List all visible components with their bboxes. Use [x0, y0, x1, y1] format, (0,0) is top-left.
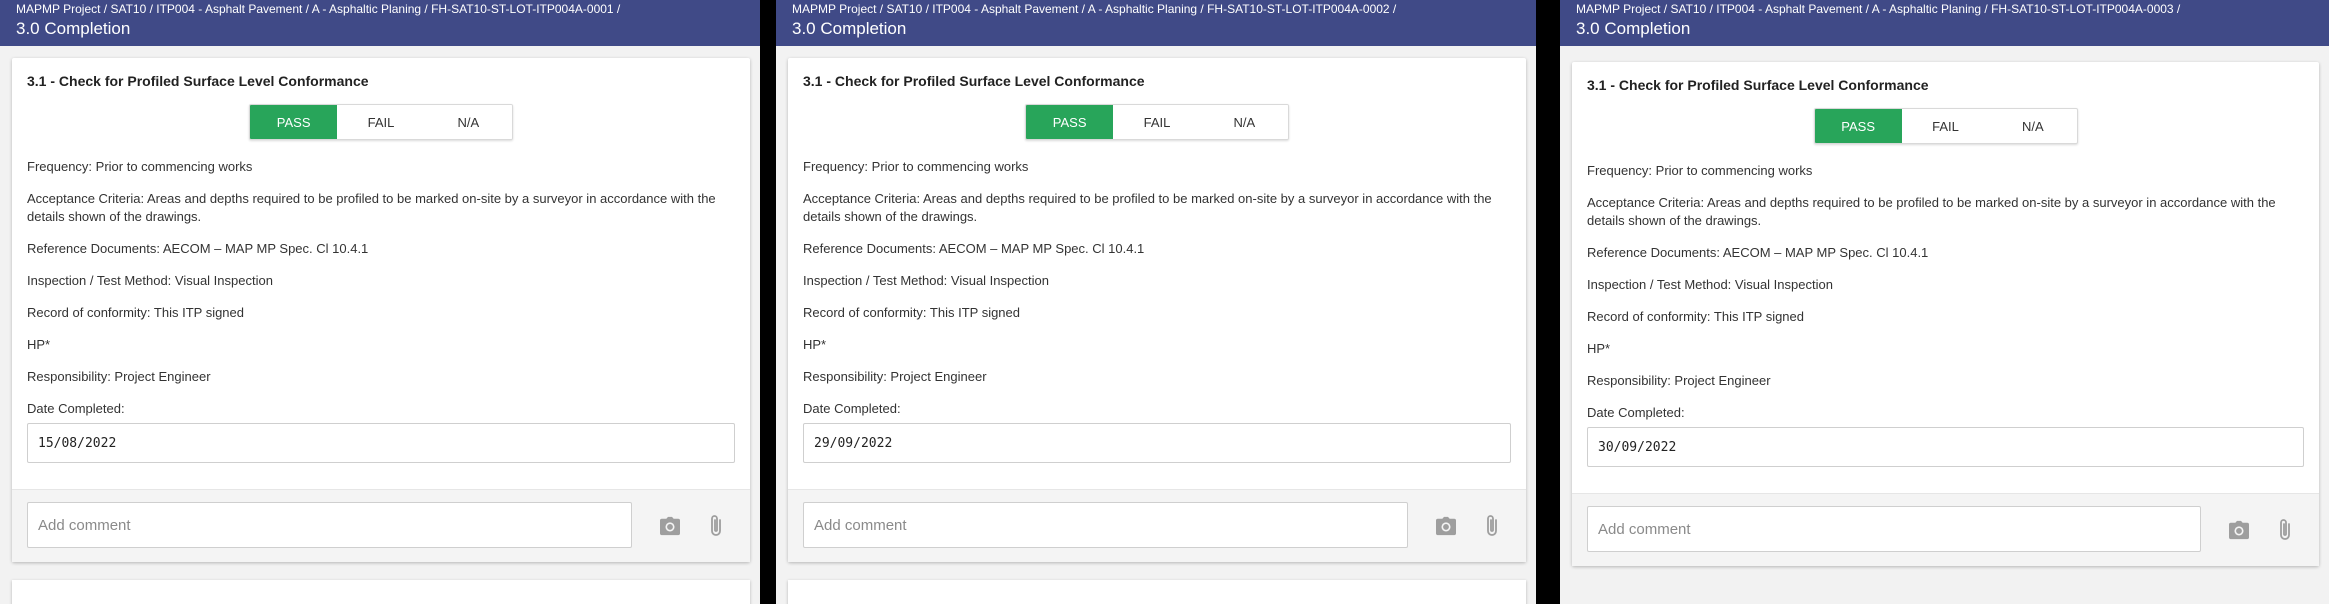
breadcrumb[interactable]: MAPMP Project / SAT10 / ITP004 - Asphalt…: [16, 2, 744, 17]
inspection-card: 3.1 - Check for Profiled Surface Level C…: [788, 58, 1526, 562]
fail-button[interactable]: FAIL: [337, 105, 425, 139]
inspection-card: 3.1 - Check for Profiled Surface Level C…: [12, 58, 750, 562]
hold-point-text: HP*: [1587, 341, 1611, 356]
result-toggle-group: PASS FAIL N/A: [1025, 104, 1289, 140]
frequency-text: Frequency: Prior to commencing works: [803, 159, 1029, 174]
frequency-text: Frequency: Prior to commencing works: [27, 159, 253, 174]
na-button[interactable]: N/A: [1200, 105, 1288, 139]
inspection-card: 3.1 - Check for Profiled Surface Level C…: [1572, 62, 2319, 566]
hold-point-text: HP*: [803, 337, 827, 352]
comment-bar: [1572, 493, 2319, 566]
reference-documents-text: Reference Documents: AECOM – MAP MP Spec…: [803, 241, 1145, 256]
section-title: 3.0 Completion: [792, 19, 907, 38]
date-completed-label: Date Completed:: [1587, 405, 1685, 420]
attachment-icon[interactable]: [2271, 516, 2299, 544]
date-completed-field[interactable]: 15/08/2022: [27, 423, 735, 463]
responsibility-text: Responsibility: Project Engineer: [27, 369, 211, 384]
fail-button[interactable]: FAIL: [1901, 109, 1990, 143]
record-of-conformity-text: Record of conformity: This ITP signed: [27, 305, 245, 320]
header-bar: MAPMP Project / SAT10 / ITP004 - Asphalt…: [1560, 0, 2329, 46]
attachment-icon[interactable]: [702, 512, 730, 540]
acceptance-criteria-text: Acceptance Criteria: Areas and depths re…: [27, 191, 716, 224]
pass-button[interactable]: PASS: [1814, 109, 1902, 143]
reference-documents-text: Reference Documents: AECOM – MAP MP Spec…: [1587, 245, 1929, 260]
camera-icon[interactable]: [1432, 512, 1460, 540]
pass-button[interactable]: PASS: [250, 105, 338, 139]
result-toggle-group: PASS FAIL N/A: [1813, 108, 2078, 144]
hold-point-text: HP*: [27, 337, 51, 352]
test-method-text: Inspection / Test Method: Visual Inspect…: [803, 273, 1049, 288]
fail-button[interactable]: FAIL: [1113, 105, 1201, 139]
item-title: 3.1 - Check for Profiled Surface Level C…: [803, 73, 1145, 89]
test-method-text: Inspection / Test Method: Visual Inspect…: [27, 273, 273, 288]
acceptance-criteria-text: Acceptance Criteria: Areas and depths re…: [803, 191, 1492, 224]
comment-input[interactable]: [803, 502, 1408, 548]
comment-input[interactable]: [27, 502, 632, 548]
breadcrumb[interactable]: MAPMP Project / SAT10 / ITP004 - Asphalt…: [1576, 2, 2313, 17]
record-of-conformity-text: Record of conformity: This ITP signed: [803, 305, 1021, 320]
comment-input[interactable]: [1587, 506, 2201, 552]
attachment-icon[interactable]: [1478, 512, 1506, 540]
date-completed-field[interactable]: 30/09/2022: [1587, 427, 2304, 467]
header-bar: MAPMP Project / SAT10 / ITP004 - Asphalt…: [0, 0, 760, 46]
pass-button[interactable]: PASS: [1026, 105, 1114, 139]
acceptance-criteria-text: Acceptance Criteria: Areas and depths re…: [1587, 195, 2276, 228]
camera-icon[interactable]: [656, 512, 684, 540]
na-button[interactable]: N/A: [1989, 109, 2077, 143]
itp-panel-1: MAPMP Project / SAT10 / ITP004 - Asphalt…: [0, 0, 760, 604]
date-completed-label: Date Completed:: [803, 401, 901, 416]
item-title: 3.1 - Check for Profiled Surface Level C…: [1587, 77, 1929, 93]
comment-bar: [788, 489, 1526, 562]
breadcrumb[interactable]: MAPMP Project / SAT10 / ITP004 - Asphalt…: [792, 2, 1520, 17]
result-toggle-group: PASS FAIL N/A: [249, 104, 513, 140]
item-title: 3.1 - Check for Profiled Surface Level C…: [27, 73, 369, 89]
record-of-conformity-text: Record of conformity: This ITP signed: [1587, 309, 1805, 324]
next-card-edge: [788, 580, 1526, 604]
section-title: 3.0 Completion: [1576, 19, 1691, 38]
na-button[interactable]: N/A: [424, 105, 512, 139]
responsibility-text: Responsibility: Project Engineer: [803, 369, 987, 384]
itp-panel-3: MAPMP Project / SAT10 / ITP004 - Asphalt…: [1560, 0, 2329, 604]
reference-documents-text: Reference Documents: AECOM – MAP MP Spec…: [27, 241, 369, 256]
header-bar: MAPMP Project / SAT10 / ITP004 - Asphalt…: [776, 0, 1536, 46]
test-method-text: Inspection / Test Method: Visual Inspect…: [1587, 277, 1833, 292]
camera-icon[interactable]: [2225, 516, 2253, 544]
itp-panel-2: MAPMP Project / SAT10 / ITP004 - Asphalt…: [776, 0, 1536, 604]
next-card-edge: [12, 580, 750, 604]
date-completed-label: Date Completed:: [27, 401, 125, 416]
date-completed-field[interactable]: 29/09/2022: [803, 423, 1511, 463]
section-title: 3.0 Completion: [16, 19, 131, 38]
responsibility-text: Responsibility: Project Engineer: [1587, 373, 1771, 388]
frequency-text: Frequency: Prior to commencing works: [1587, 163, 1813, 178]
comment-bar: [12, 489, 750, 562]
